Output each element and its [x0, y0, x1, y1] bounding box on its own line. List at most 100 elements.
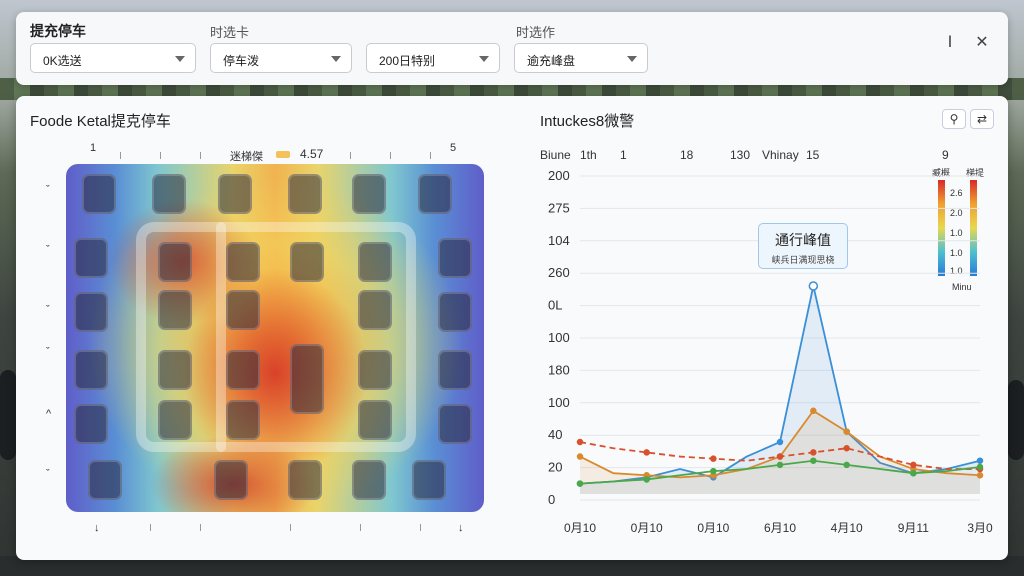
parking-spot[interactable]: [226, 350, 260, 390]
parking-spot[interactable]: [158, 290, 192, 330]
region-select[interactable]: 0K选送: [30, 43, 196, 73]
y-tick-label: 0L: [548, 298, 562, 313]
chevron-down-icon: [627, 56, 637, 62]
parking-spot[interactable]: [290, 242, 324, 282]
heatmap-bottom-mark-left: ↓: [94, 522, 100, 534]
parking-spot[interactable]: [88, 460, 122, 500]
lot-select[interactable]: 停车泼: [210, 43, 352, 73]
parking-spot[interactable]: [82, 174, 116, 214]
parking-spot[interactable]: [226, 290, 260, 330]
heatmap-tick: [350, 152, 351, 159]
parking-spot[interactable]: [438, 404, 472, 444]
peak-select-value: 逾充峰盘: [527, 54, 576, 68]
heatmap-left-mark: ˇ: [46, 346, 50, 358]
x-tick-label: 4月10: [831, 521, 863, 535]
y-tick-label: 104: [548, 233, 570, 248]
data-point: [576, 480, 584, 487]
peak-select[interactable]: 逾充峰盘: [514, 43, 648, 73]
peak-callout: 通行峰值 峡兵日满现思桡: [758, 223, 848, 269]
parking-spot[interactable]: [358, 290, 392, 330]
heatmap-left-mark: ^: [46, 408, 52, 420]
data-point: [976, 463, 984, 471]
parking-spot[interactable]: [74, 404, 108, 444]
data-point: [643, 449, 650, 456]
heatmap-left-mark: ˇ: [46, 304, 50, 316]
heatmap-tick: [390, 152, 391, 159]
heatmap-top-mark-right: 5: [450, 142, 457, 154]
parking-spot[interactable]: [418, 174, 452, 214]
y-tick-label: 100: [548, 395, 570, 410]
date-select-value: 200日特别: [379, 54, 436, 68]
parking-spot[interactable]: [288, 460, 322, 500]
callout-title: 通行峰值: [775, 232, 831, 248]
parking-spot[interactable]: [158, 350, 192, 390]
data-point: [976, 457, 984, 464]
parking-spot[interactable]: [352, 460, 386, 500]
close-button[interactable]: ✕: [972, 32, 992, 52]
heatmap-tick: [160, 152, 161, 159]
date-select[interactable]: 200日特别: [366, 43, 500, 73]
minimize-button[interactable]: Ⅰ: [940, 32, 960, 52]
driving-lane-center: [216, 222, 226, 452]
heatmap-tick: [420, 524, 421, 531]
time-label-1: 时选卡: [210, 25, 250, 40]
chart-header-tick: 18: [680, 148, 694, 162]
line-chart[interactable]: 200 275 104 260 0L 100 180 100 40 20 0 0月10 0月10 0月10…: [548, 168, 993, 535]
chart-header-tick: 9: [942, 148, 949, 162]
parking-spot[interactable]: [438, 238, 472, 278]
y-tick-label: 275: [548, 200, 570, 215]
heatmap-top-mark-left: 1: [90, 142, 97, 154]
background-car-right: [1008, 380, 1024, 460]
parking-spot[interactable]: [74, 292, 108, 332]
time-label-2: 时选作: [516, 25, 556, 40]
parking-heatmap[interactable]: [66, 164, 484, 512]
chart-header-tick: Biune: [540, 148, 571, 162]
collapse-button[interactable]: ⇄: [970, 109, 994, 129]
data-point: [843, 428, 850, 435]
parking-spot[interactable]: [358, 400, 392, 440]
parking-spot[interactable]: [152, 174, 186, 214]
parking-spot[interactable]: [352, 174, 386, 214]
parking-spot[interactable]: [158, 242, 192, 282]
heatmap-tick: [360, 524, 361, 531]
y-tick-label: 180: [548, 362, 570, 377]
parking-spot[interactable]: [438, 350, 472, 390]
parking-spot[interactable]: [158, 400, 192, 440]
heatmap-left-mark: ˇ: [46, 184, 50, 196]
data-point: [843, 444, 850, 452]
data-point: [776, 453, 784, 460]
parking-spot[interactable]: [288, 174, 322, 214]
parking-spot[interactable]: [74, 350, 108, 390]
data-point: [643, 476, 650, 483]
parking-spot[interactable]: [438, 292, 472, 332]
data-point: [910, 461, 917, 469]
x-tick-label: 0月10: [631, 521, 663, 535]
data-point: [776, 438, 784, 446]
x-tick-label: 6月10: [764, 521, 796, 535]
parking-spot[interactable]: [226, 400, 260, 440]
heatmap-legend-label: 迷梯傑: [230, 151, 263, 163]
parking-spot[interactable]: [412, 460, 446, 500]
heatmap-tick: [120, 152, 121, 159]
data-point: [810, 449, 817, 456]
x-tick-label: 0月10: [697, 521, 729, 535]
heatmap-left-mark: ˇ: [46, 468, 50, 480]
parking-spot-occupied-center[interactable]: [290, 344, 324, 414]
parking-spot[interactable]: [214, 460, 248, 500]
x-tick-label: 9月11: [898, 521, 929, 535]
background-car-left: [0, 370, 16, 460]
heatmap-tick: [290, 524, 291, 531]
parking-spot[interactable]: [358, 242, 392, 282]
heatmap-left-mark: ˇ: [46, 244, 50, 256]
chart-header-tick: 15: [806, 148, 820, 162]
y-tick-label: 0: [548, 492, 555, 507]
parking-spot[interactable]: [226, 242, 260, 282]
heatmap-bottom-mark-right: ↓: [458, 522, 464, 534]
data-point: [576, 438, 584, 446]
parking-spot[interactable]: [358, 350, 392, 390]
x-tick-label: 3月0: [967, 521, 993, 535]
app-title: 提充停车: [30, 23, 86, 39]
parking-spot[interactable]: [218, 174, 252, 214]
search-button[interactable]: ⚲: [942, 109, 966, 129]
parking-spot[interactable]: [74, 238, 108, 278]
